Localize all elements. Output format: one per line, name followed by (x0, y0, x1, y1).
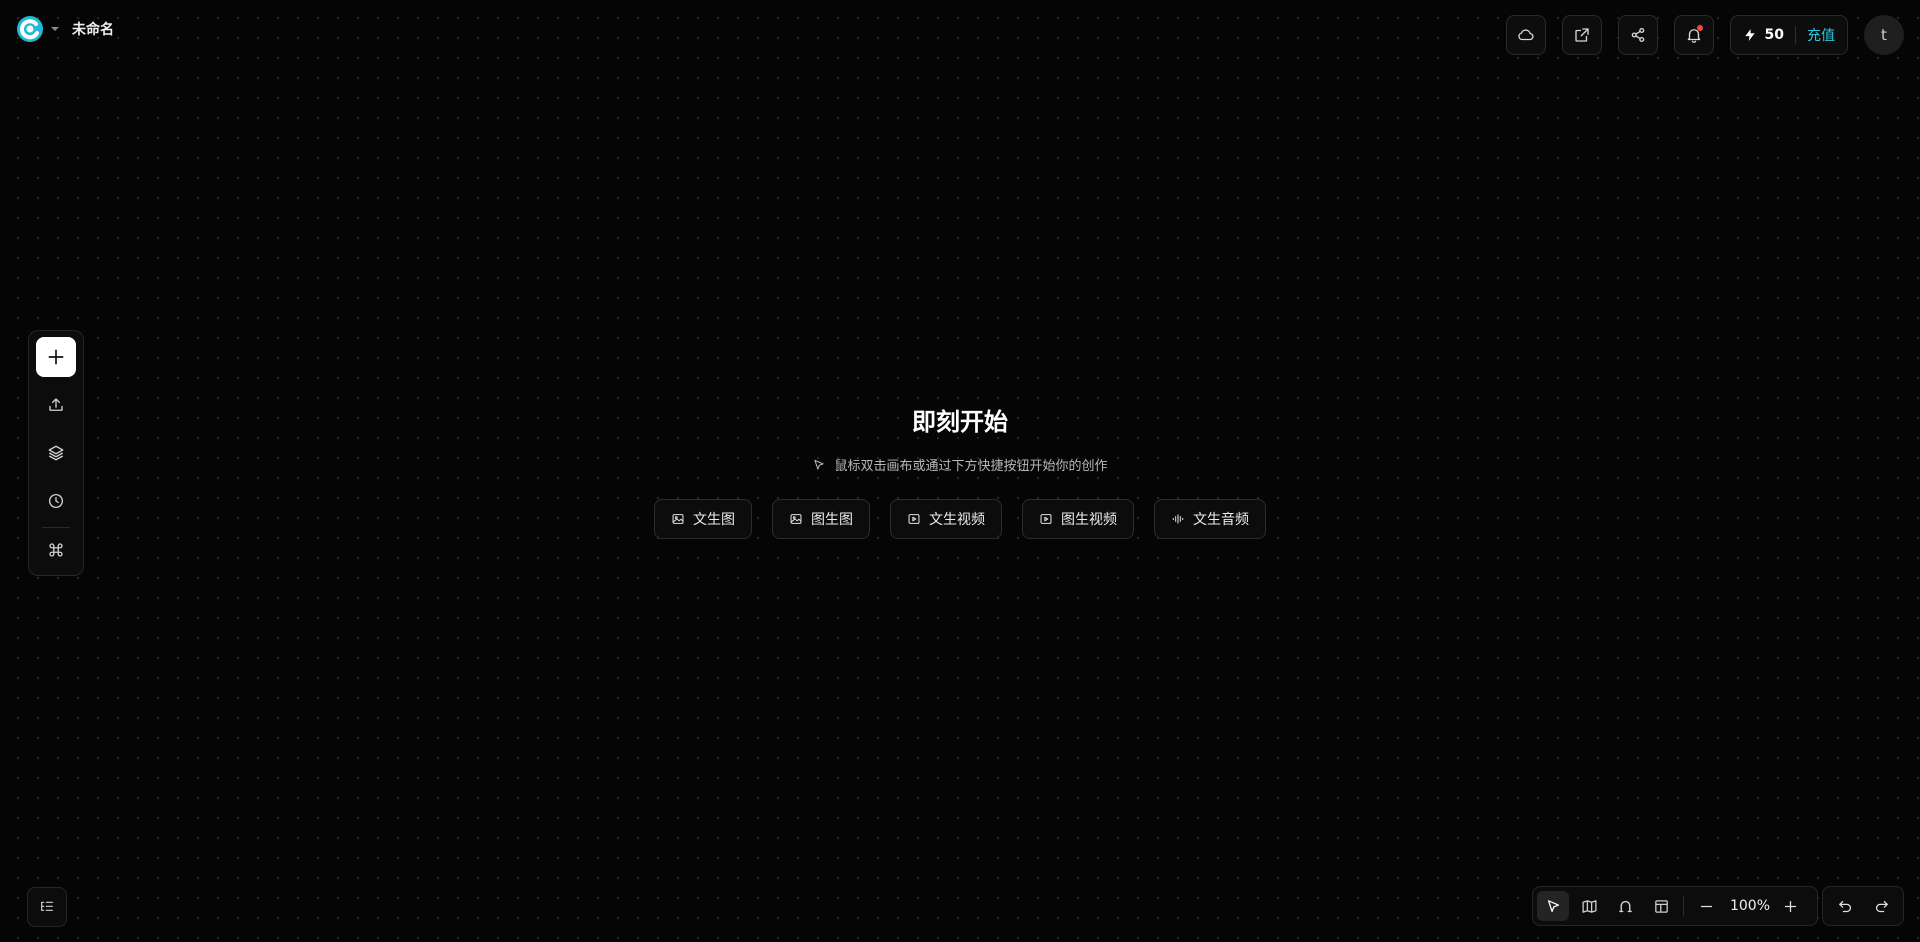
cloud-sync-button[interactable] (1505, 15, 1546, 55)
plus-icon (1784, 900, 1796, 912)
undo-icon (1838, 900, 1851, 912)
plus-icon (48, 349, 64, 365)
image-icon (672, 514, 684, 524)
command-icon (49, 543, 63, 557)
avatar[interactable]: t (1864, 15, 1904, 55)
zoom-out-button[interactable] (1690, 891, 1722, 921)
outline-panel-button[interactable] (27, 887, 67, 927)
minus-icon (1700, 905, 1712, 907)
redo-button[interactable] (1873, 898, 1890, 915)
image-to-video-button[interactable]: 图生视频 (1022, 499, 1134, 539)
top-toolbar: 50 充值 t (1505, 15, 1904, 55)
video-icon (908, 514, 920, 524)
list-tree-icon (41, 901, 53, 911)
chevron-down-icon[interactable] (50, 24, 60, 34)
layout-icon (1654, 899, 1668, 913)
image-to-image-button[interactable]: 图生图 (772, 499, 870, 539)
cloud-icon (1517, 29, 1534, 41)
map-icon (1581, 899, 1597, 913)
credits-panel: 50 充值 (1729, 15, 1848, 55)
brand: 未命名 (16, 15, 114, 43)
undo-button[interactable] (1837, 898, 1854, 915)
external-link-icon (1574, 28, 1589, 42)
quick-actions: 文生图 图生图 文生视频 图生视频 文生音频 (0, 499, 1920, 539)
text-to-audio-button[interactable]: 文生音频 (1154, 499, 1266, 539)
layout-button[interactable] (1645, 891, 1677, 921)
divider (1683, 896, 1684, 916)
zoom-in-button[interactable] (1774, 891, 1806, 921)
empty-state: 即刻开始 鼠标双击画布或通过下方快捷按钮开始你的创作 (0, 402, 1920, 474)
notification-badge (1696, 25, 1703, 31)
cursor-icon (814, 459, 825, 470)
recharge-button[interactable]: 充值 (1807, 25, 1835, 45)
text-to-image-button[interactable]: 文生图 (654, 499, 752, 539)
add-node-button[interactable] (36, 337, 76, 377)
divider (1795, 26, 1796, 44)
zoom-level[interactable]: 100% (1726, 898, 1774, 914)
share-icon (1631, 27, 1644, 43)
snap-button[interactable] (1609, 891, 1641, 921)
empty-state-title: 即刻开始 (912, 408, 1008, 436)
open-external-button[interactable] (1561, 15, 1602, 55)
redo-icon (1875, 900, 1888, 912)
doc-title[interactable]: 未命名 (72, 19, 114, 39)
select-pointer-icon (1547, 899, 1559, 912)
minimap-button[interactable] (1573, 891, 1605, 921)
select-tool-button[interactable] (1537, 891, 1569, 921)
empty-state-hint-text: 鼠标双击画布或通过下方快捷按钮开始你的创作 (834, 459, 1108, 474)
lightning-icon (1744, 29, 1755, 41)
empty-state-hint: 鼠标双击画布或通过下方快捷按钮开始你的创作 (0, 455, 1920, 474)
video-icon (1040, 514, 1052, 524)
notifications-button[interactable] (1673, 15, 1714, 55)
image-icon (790, 514, 802, 524)
magnet-icon (1618, 900, 1632, 912)
audio-wave-icon (1172, 514, 1184, 524)
history-controls (1822, 886, 1904, 926)
canvas-toolbar: 100% (1532, 886, 1818, 926)
app-logo-icon[interactable] (16, 15, 44, 43)
share-button[interactable] (1617, 15, 1658, 55)
credit-count: 50 (1764, 27, 1784, 43)
text-to-video-button[interactable]: 文生视频 (890, 499, 1002, 539)
